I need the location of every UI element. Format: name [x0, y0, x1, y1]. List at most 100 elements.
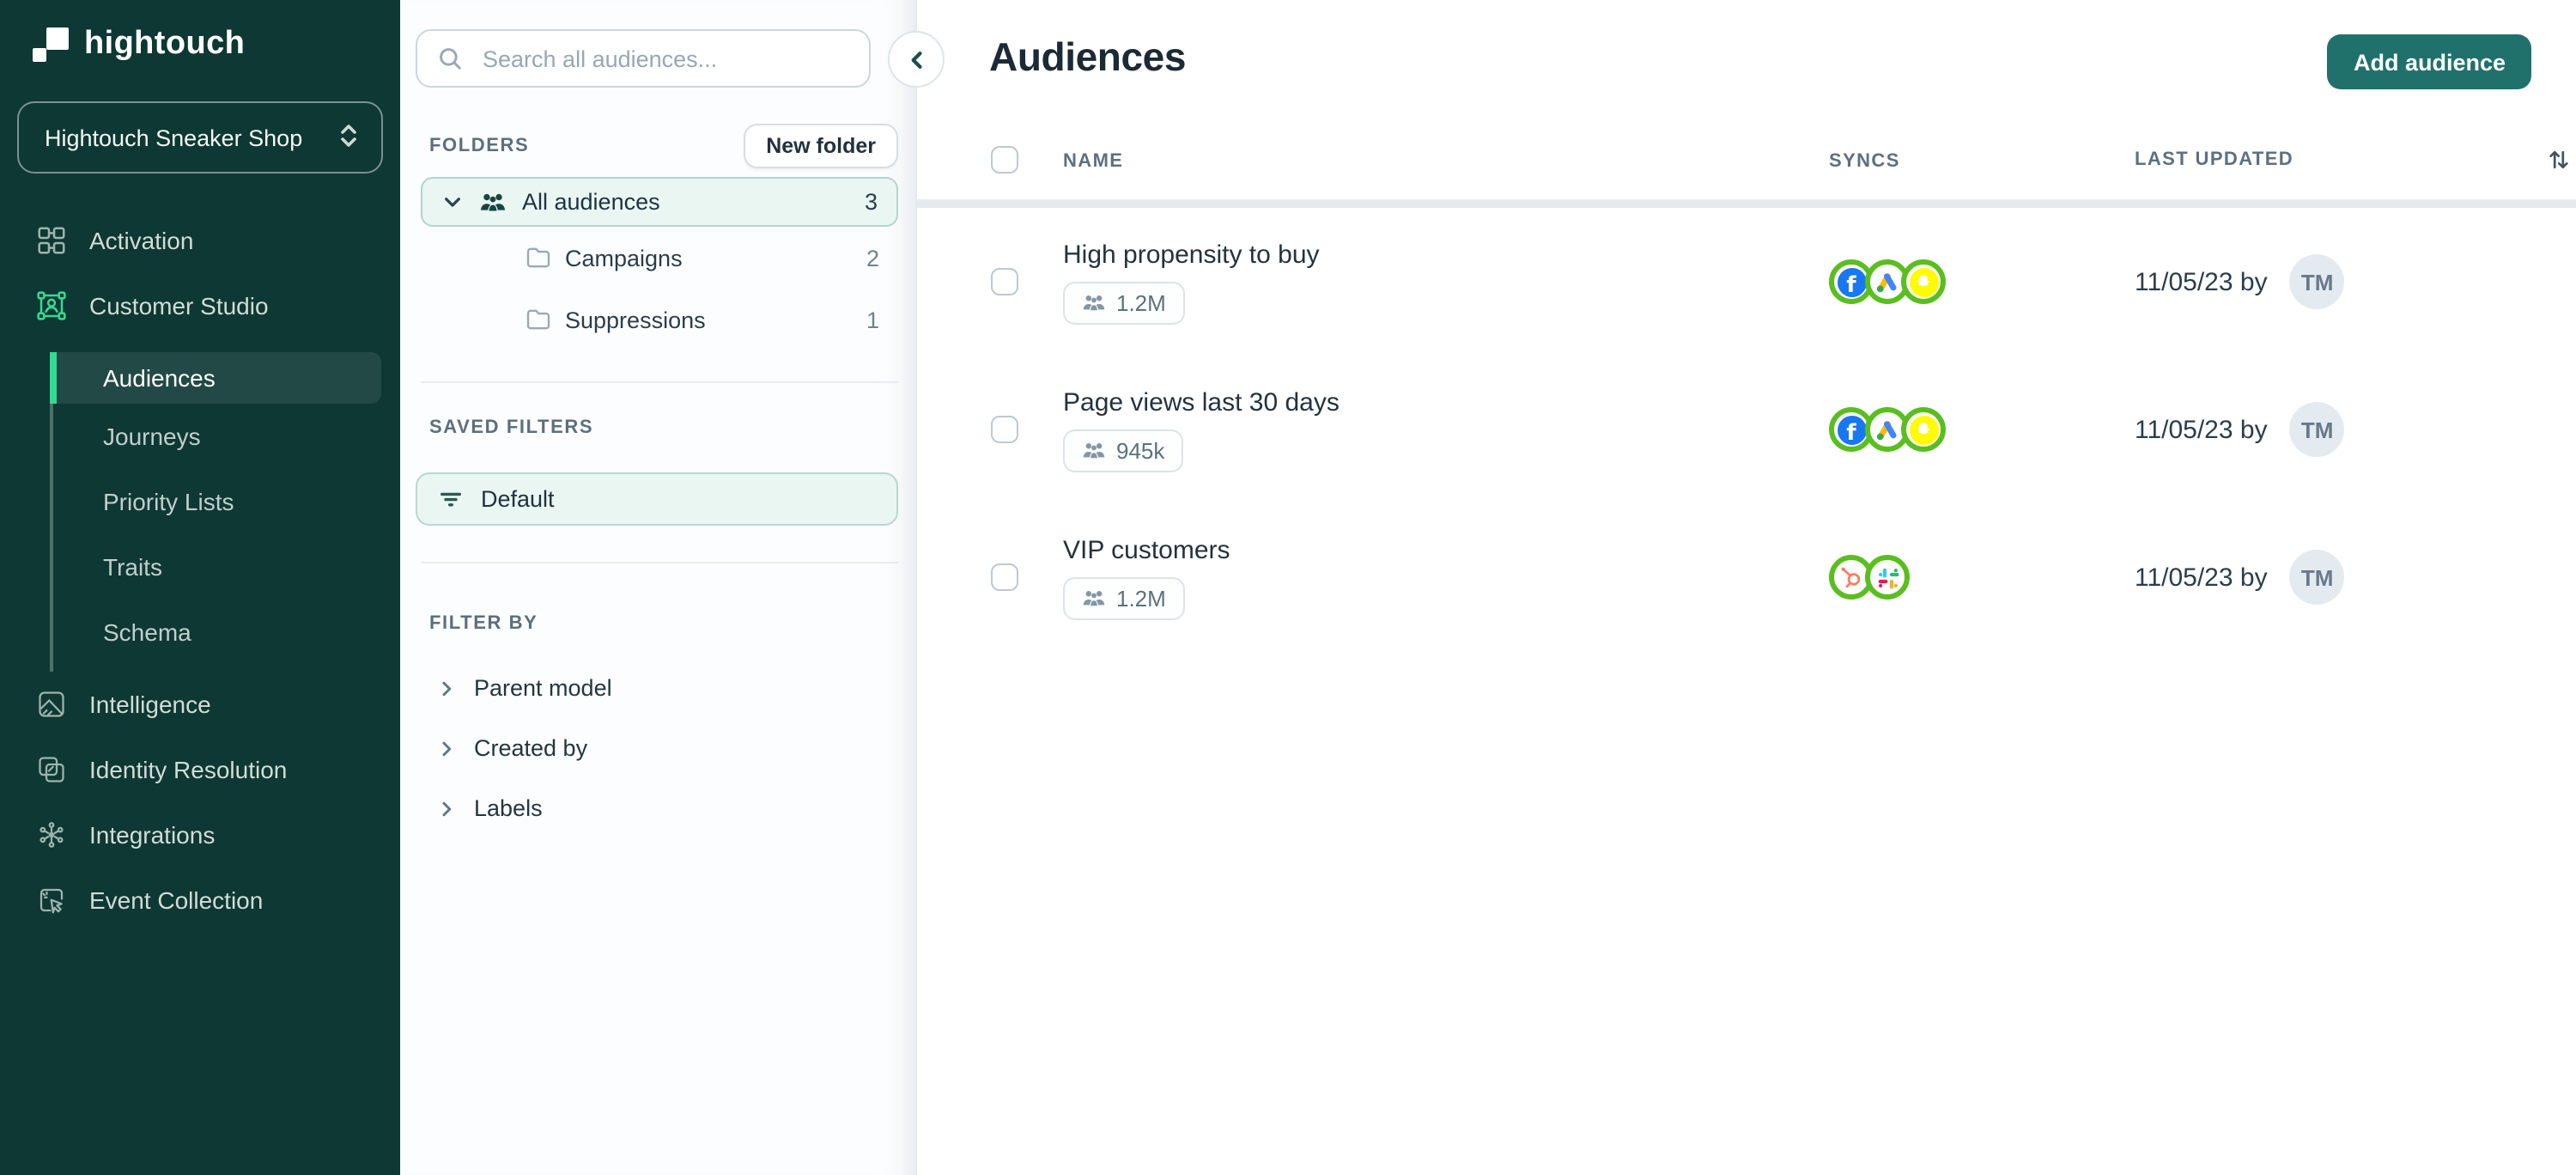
chevron-up-down-icon [337, 121, 361, 154]
column-header-name: NAME [1063, 151, 1124, 172]
avatar: TM [2289, 402, 2345, 457]
panel-divider [421, 562, 898, 563]
filter-icon [438, 486, 464, 512]
add-audience-button[interactable]: Add audience [2327, 34, 2531, 89]
workspace-name: Hightouch Sneaker Shop [45, 125, 303, 150]
filter-group-created-by[interactable]: Created by [400, 718, 915, 778]
sidebar-item-label: Traits [103, 553, 162, 581]
sync-stack[interactable]: f [1829, 259, 2135, 304]
sidebar-item-label: Activation [89, 227, 194, 254]
folder-name: Suppressions [565, 307, 706, 332]
last-updated-text: 11/05/23 by [2135, 563, 2268, 592]
activation-icon [36, 225, 67, 256]
filter-group-label: Parent model [474, 675, 612, 701]
select-all-checkbox[interactable] [991, 146, 1018, 174]
chevron-right-icon [436, 798, 457, 819]
customer-studio-subnav: Audiences Journeys Priority Lists Traits… [0, 352, 400, 672]
sidebar-item-journeys[interactable]: Journeys [0, 404, 400, 469]
sidebar-item-label: Customer Studio [89, 292, 269, 320]
customer-studio-icon [36, 290, 67, 321]
collapse-panel-button[interactable] [888, 31, 945, 88]
folder-all-audiences[interactable]: All audiences 3 [421, 177, 898, 227]
sidebar-item-priority-lists[interactable]: Priority Lists [0, 469, 400, 534]
sidebar-item-integrations[interactable]: Integrations [0, 802, 400, 868]
sidebar-item-label: Priority Lists [103, 488, 234, 515]
hightouch-logo: hightouch [0, 0, 400, 64]
sidebar-item-intelligence[interactable]: Intelligence [0, 672, 400, 737]
sidebar-item-audiences[interactable]: Audiences [50, 352, 381, 404]
column-header-syncs: SYNCS [1829, 151, 1900, 172]
table-row[interactable]: Page views last 30 days 945k f 11/05/23 … [917, 356, 2576, 503]
filter-group-label: Labels [474, 795, 543, 821]
chevron-down-icon [441, 191, 464, 213]
saved-filter-name: Default [481, 486, 555, 512]
hightouch-logo-icon [33, 27, 69, 63]
audience-size: 945k [1116, 437, 1165, 463]
filter-group-label: Created by [474, 735, 588, 761]
sidebar-item-label: Journeys [103, 423, 201, 450]
event-collection-icon [36, 885, 67, 916]
folder-count: 1 [866, 307, 879, 332]
filter-group-labels[interactable]: Labels [400, 778, 915, 838]
avatar: TM [2289, 550, 2345, 605]
sidebar-item-traits[interactable]: Traits [0, 534, 400, 600]
folder-name: All audiences [522, 189, 660, 215]
folder-count: 3 [864, 189, 878, 215]
last-updated-text: 11/05/23 by [2135, 267, 2268, 296]
folder-campaigns[interactable]: Campaigns 2 [400, 227, 915, 289]
integrations-icon [36, 819, 67, 850]
folder-icon [526, 246, 551, 270]
row-checkbox[interactable] [991, 268, 1018, 295]
folder-suppressions[interactable]: Suppressions 1 [400, 289, 915, 350]
snapchat-icon [1901, 259, 1946, 304]
sort-icon[interactable] [2545, 146, 2576, 174]
audience-name[interactable]: Page views last 30 days [1063, 387, 1829, 417]
saved-filters-label: SAVED FILTERS [429, 417, 594, 438]
workspace-selector[interactable]: Hightouch Sneaker Shop [17, 101, 383, 174]
audience-size: 1.2M [1116, 289, 1166, 315]
filter-group-parent-model[interactable]: Parent model [400, 658, 915, 718]
slack-icon [1865, 555, 1910, 600]
search-wrap [400, 0, 915, 88]
row-checkbox[interactable] [991, 563, 1018, 591]
sidebar-item-label: Event Collection [89, 886, 264, 914]
audiences-list-panel: FOLDERS New folder All audiences 3 Campa… [400, 0, 945, 1175]
chevron-right-icon [436, 738, 457, 758]
audience-people-icon [1082, 440, 1106, 460]
audience-people-icon [1082, 292, 1106, 313]
sync-stack[interactable] [1829, 555, 2135, 600]
audience-name[interactable]: High propensity to buy [1063, 240, 1829, 269]
sidebar-item-schema[interactable]: Schema [0, 600, 400, 665]
sidebar-item-label: Integrations [89, 821, 216, 849]
audience-people-icon [1082, 588, 1106, 608]
audience-size: 1.2M [1116, 585, 1166, 611]
table-row[interactable]: High propensity to buy 1.2M f 11/05/23 b… [917, 208, 2576, 356]
search-icon [436, 45, 464, 72]
audience-name[interactable]: VIP customers [1063, 535, 1829, 564]
main-content: Audiences Add audience NAME SYNCS LAST U… [917, 0, 2576, 1175]
new-folder-button[interactable]: New folder [744, 124, 898, 168]
saved-filters-header: SAVED FILTERS [400, 405, 915, 450]
row-checkbox[interactable] [991, 416, 1018, 443]
sidebar-item-activation[interactable]: Activation [0, 208, 400, 273]
folders-label: FOLDERS [429, 136, 530, 156]
folder-icon [526, 307, 551, 332]
saved-filter-default[interactable]: Default [416, 472, 898, 526]
app: hightouch Hightouch Sneaker Shop Activat… [0, 0, 2576, 1175]
folder-count: 2 [866, 245, 879, 271]
column-header-last-updated: LAST UPDATED [2135, 149, 2294, 170]
main-header: Audiences Add audience [917, 0, 2576, 89]
sidebar-item-customer-studio[interactable]: Customer Studio [0, 273, 400, 338]
table-row[interactable]: VIP customers 1.2M 11/05/23 by TM [917, 503, 2576, 651]
audience-size-badge: 1.2M [1063, 576, 1185, 619]
sidebar-item-label: Schema [103, 618, 191, 646]
filter-by-header: FILTER BY [400, 606, 915, 637]
sidebar-item-event-collection[interactable]: Event Collection [0, 868, 400, 933]
search-input[interactable] [479, 44, 850, 73]
sync-stack[interactable]: f [1829, 407, 2135, 452]
sidebar-item-identity-resolution[interactable]: Identity Resolution [0, 737, 400, 802]
chevron-left-icon [910, 51, 921, 68]
search-box [416, 29, 871, 88]
filter-by-label: FILTER BY [429, 613, 538, 634]
sidebar-item-label: Identity Resolution [89, 756, 288, 783]
